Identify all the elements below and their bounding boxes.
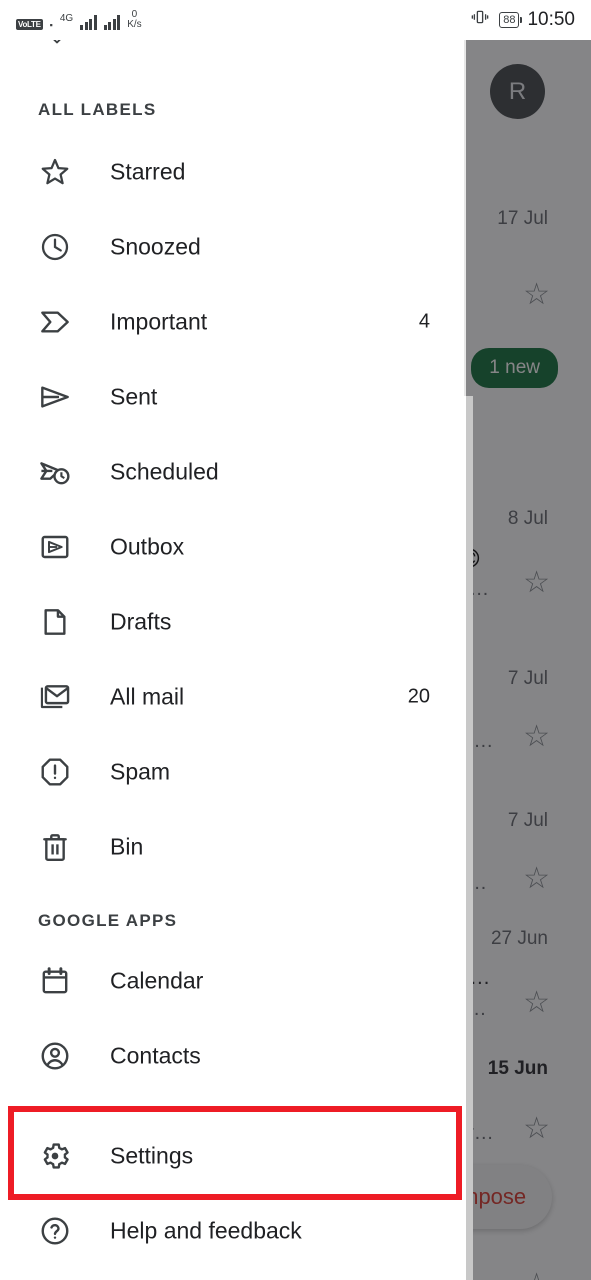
sidebar-item-label: Snoozed: [110, 233, 201, 260]
sidebar-item-contacts[interactable]: Contacts: [0, 1028, 466, 1084]
drawer-edge-divider: [464, 0, 466, 396]
calendar-icon: [38, 964, 72, 998]
sidebar-item-label: Help and feedback: [110, 1217, 302, 1244]
sidebar-item-label: Settings: [110, 1142, 194, 1169]
star-icon: [38, 155, 72, 189]
contacts-icon: [38, 1039, 72, 1073]
section-header-google-apps: GOOGLE APPS: [38, 911, 178, 930]
star-outline-icon[interactable]: ☆: [523, 988, 550, 1018]
sidebar-item-label: Bin: [110, 833, 144, 860]
star-outline-icon[interactable]: ☆: [523, 722, 550, 752]
sidebar-item-scheduled[interactable]: Scheduled: [0, 444, 466, 500]
section-header-all-labels: ALL LABELS: [38, 100, 157, 119]
trash-icon: [38, 830, 72, 864]
important-icon: [38, 305, 72, 339]
star-outline-icon[interactable]: ☆: [523, 280, 550, 310]
signal-strength-icon-1: [80, 15, 97, 30]
star-outline-icon[interactable]: ☆: [523, 568, 550, 598]
data-rate-unit: K/s: [127, 19, 142, 30]
sidebar-item-snoozed[interactable]: Snoozed: [0, 219, 466, 275]
sim-icon: ▪: [49, 20, 53, 30]
scheduled-icon: [38, 455, 72, 489]
sidebar-item-help-and-feedback[interactable]: Help and feedback: [0, 1203, 466, 1259]
sidebar-item-sent[interactable]: Sent: [0, 369, 466, 425]
sidebar-item-bin[interactable]: Bin: [0, 819, 466, 875]
outbox-icon: [38, 530, 72, 564]
clock-icon: [38, 230, 72, 264]
mail-date: 8 Jul: [507, 508, 548, 529]
sidebar-item-outbox[interactable]: Outbox: [0, 519, 466, 575]
all-mail-icon: [38, 680, 72, 714]
mail-date: 15 Jun: [487, 1058, 548, 1079]
help-circle-icon: [38, 1214, 72, 1248]
drawer-scrollbar[interactable]: [466, 396, 473, 1280]
sidebar-item-label: Calendar: [110, 967, 204, 994]
sidebar-item-count: 4: [418, 310, 430, 333]
sidebar-item-label: Starred: [110, 158, 186, 185]
sidebar-item-label: Sent: [110, 383, 158, 410]
battery-icon: 88: [499, 12, 523, 28]
data-rate-indicator: 0 K/s: [127, 10, 141, 30]
navigation-drawer: Promotions 1 new ALL LABELS Starred: [0, 0, 466, 1280]
signal-strength-icon-2: [103, 15, 121, 30]
sidebar-item-label: Drafts: [110, 608, 172, 635]
spam-icon: [38, 755, 72, 789]
mail-date: 7 Jul: [507, 810, 548, 831]
phone-screen: R 17 Jul nes… oo… ☆ 1 new 8 Jul 😊 ft… ☆ …: [0, 0, 591, 1280]
sidebar-item-calendar[interactable]: Calendar: [0, 953, 466, 1009]
mail-date: 27 Jun: [490, 928, 548, 949]
gear-icon: [38, 1139, 72, 1173]
drawer-scroll-container[interactable]: Promotions 1 new ALL LABELS Starred: [0, 0, 466, 1280]
sidebar-item-all-mail[interactable]: All mail 20: [0, 669, 466, 725]
sidebar-item-spam[interactable]: Spam: [0, 744, 466, 800]
sidebar-item-label: Scheduled: [110, 458, 219, 485]
sidebar-item-count: 20: [407, 685, 430, 708]
status-badge: 1 new: [471, 348, 558, 388]
sidebar-item-important[interactable]: Important 4: [0, 294, 466, 350]
status-bar: VoLTE ▪ 4G 0 K/s 88 10:50: [0, 0, 591, 40]
sidebar-item-label: Important: [110, 308, 208, 335]
sidebar-item-label: Contacts: [110, 1042, 201, 1069]
drafts-icon: [38, 605, 72, 639]
avatar[interactable]: R: [490, 64, 545, 119]
volte-icon: VoLTE: [16, 19, 43, 30]
clock-label: 10:50: [527, 9, 575, 30]
sidebar-item-label: Outbox: [110, 533, 185, 560]
mail-date: 17 Jul: [497, 208, 548, 229]
network-type-label: 4G: [59, 13, 74, 24]
star-outline-icon[interactable]: ☆: [523, 864, 550, 894]
sidebar-item-drafts[interactable]: Drafts: [0, 594, 466, 650]
sidebar-item-settings[interactable]: Settings: [0, 1128, 466, 1184]
star-outline-icon[interactable]: ☆: [523, 1114, 550, 1144]
send-icon: [38, 380, 72, 414]
sidebar-item-starred[interactable]: Starred: [0, 144, 466, 200]
star-outline-icon[interactable]: ☆: [523, 1270, 550, 1280]
vibrate-icon: [469, 8, 491, 32]
sidebar-item-label: All mail: [110, 683, 185, 710]
sidebar-item-label: Spam: [110, 758, 171, 785]
mail-date: 7 Jul: [507, 668, 548, 689]
